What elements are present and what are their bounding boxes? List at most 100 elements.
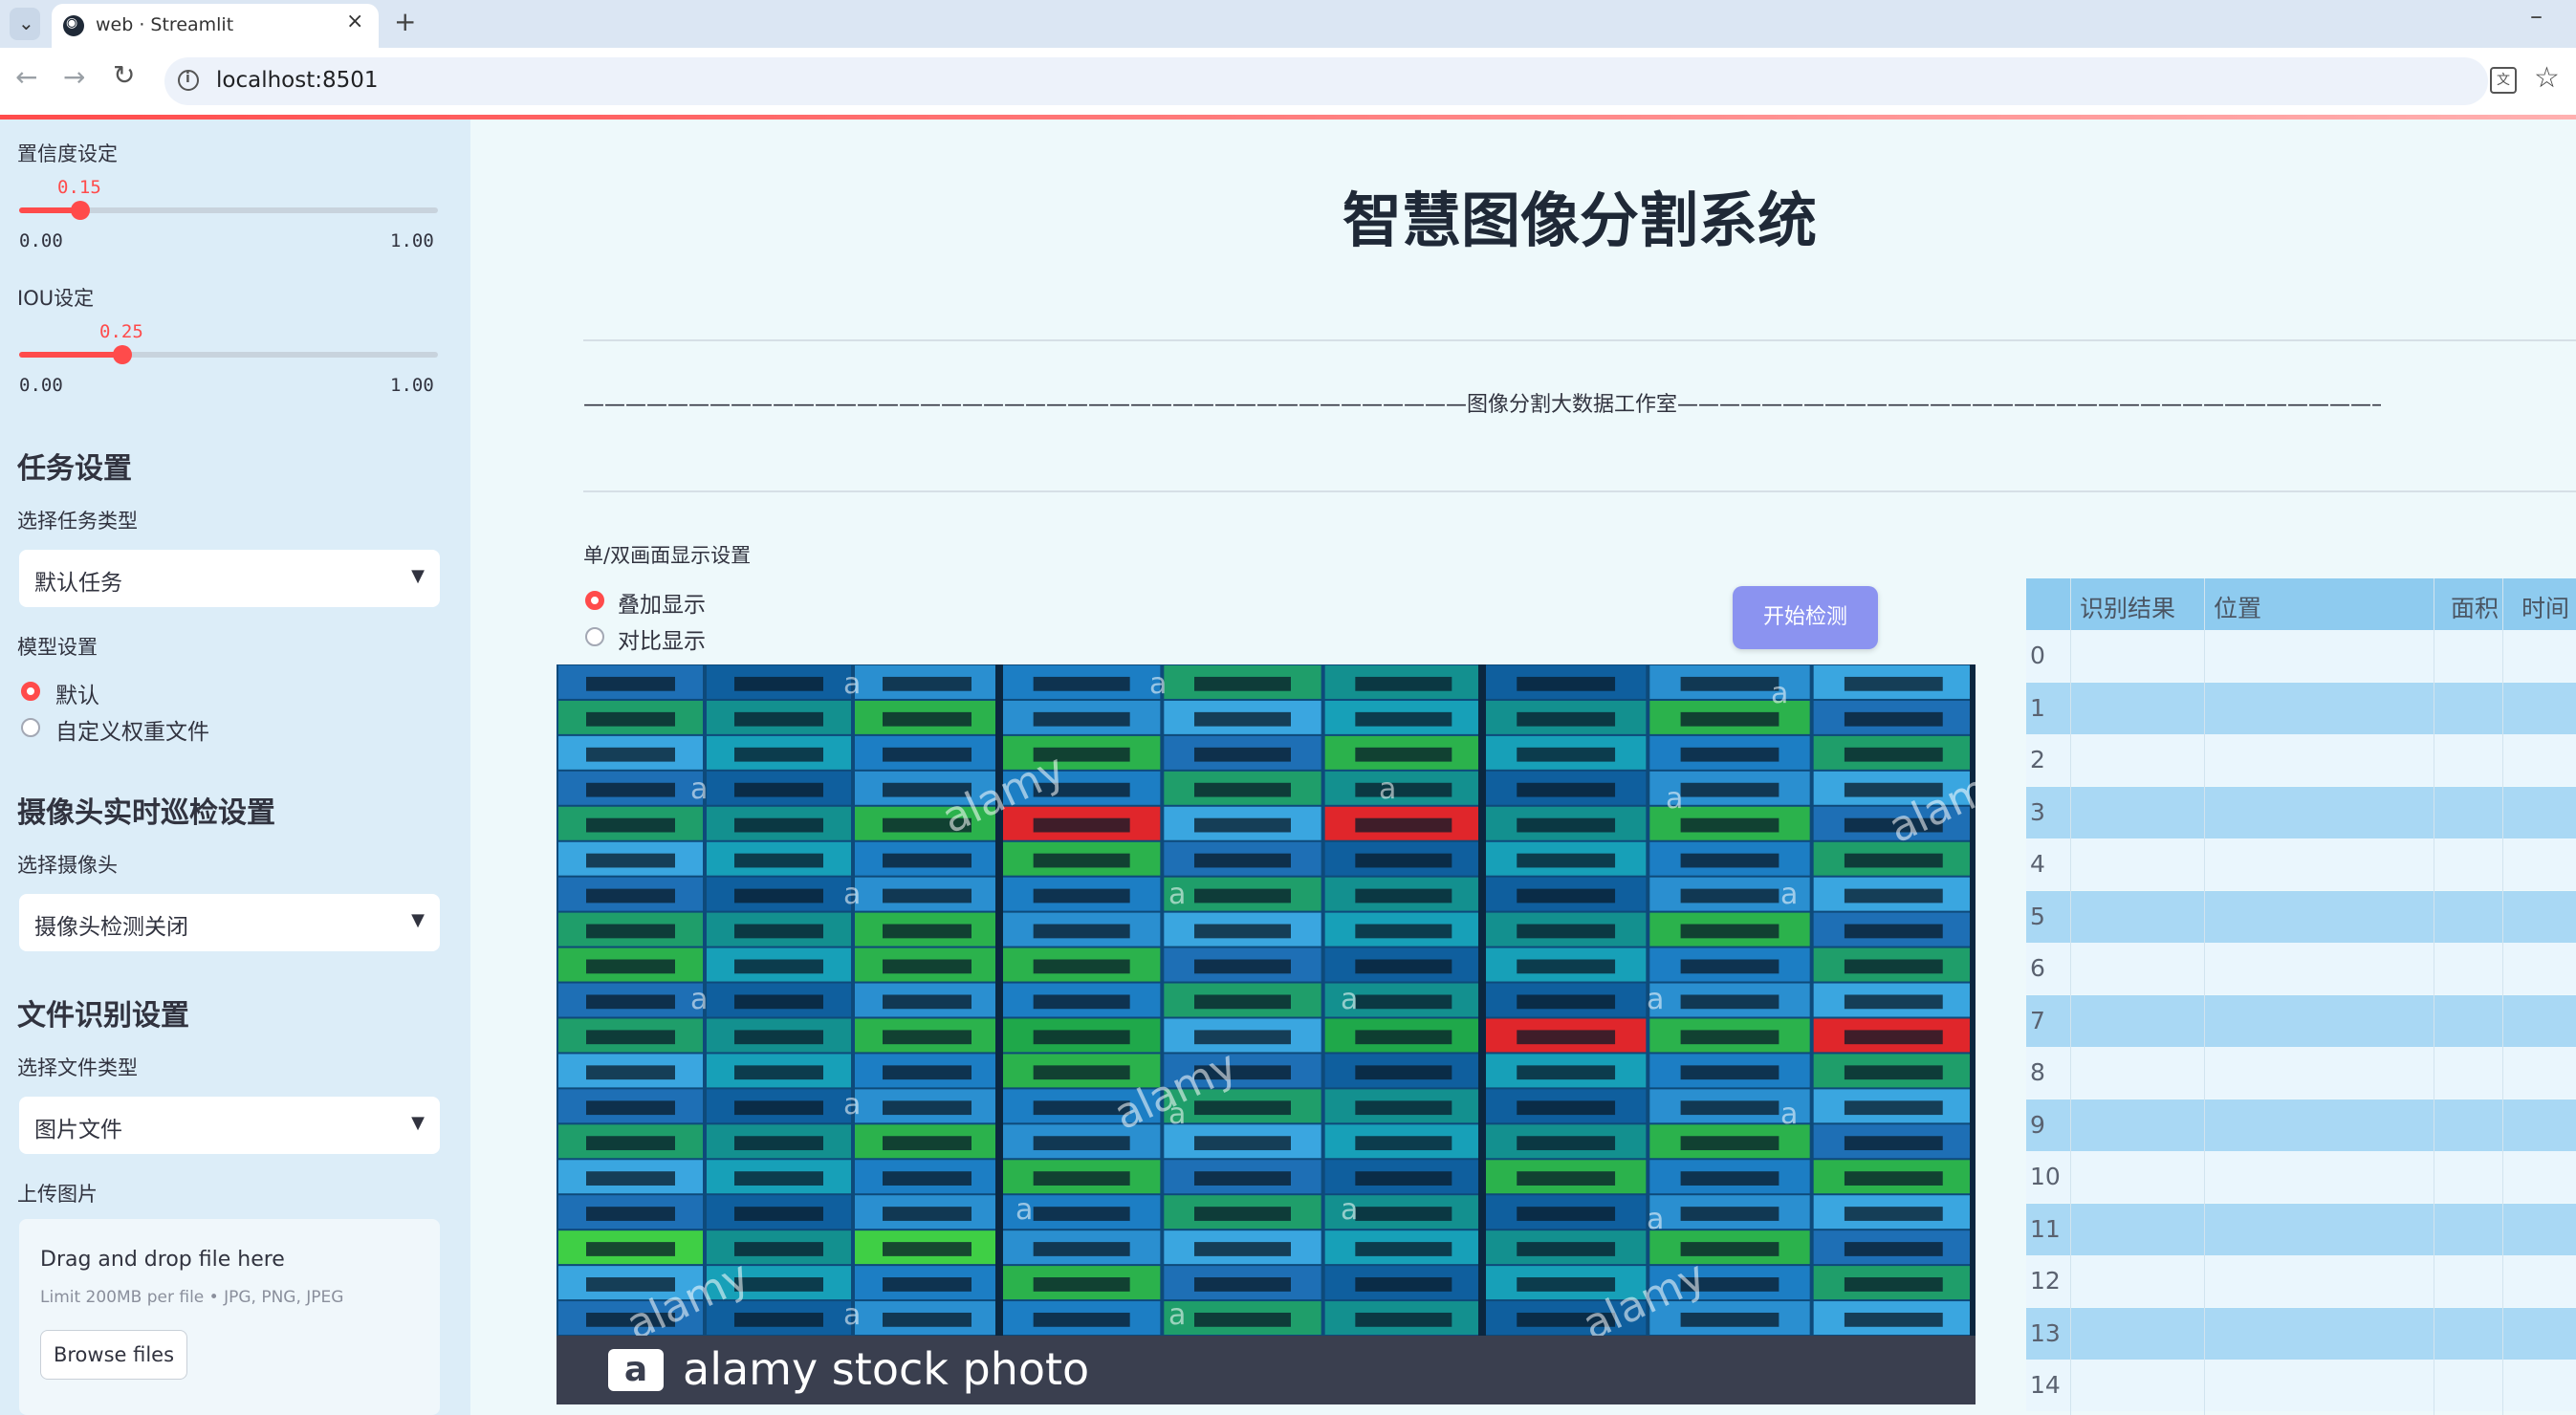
table-row[interactable]: 9: [2026, 1099, 2576, 1151]
column-divider: [2502, 578, 2503, 1415]
site-info-icon[interactable]: i: [178, 70, 199, 91]
table-row[interactable]: 4: [2026, 838, 2576, 890]
pallet-slot: [1355, 1171, 1452, 1186]
row-index: 3: [2030, 797, 2045, 826]
camera-select-label: 选择摄像头: [17, 854, 118, 877]
pallet-slot: [1844, 959, 1943, 974]
results-table[interactable]: 识别结果 位置 面积 时间 0 1 2 3 4 5 6 7 8 9 10 11 12 13 14: [2026, 578, 2576, 1415]
pallet-slot: [586, 994, 675, 1010]
column-header-result[interactable]: 识别结果: [2080, 590, 2175, 624]
file-dropzone[interactable]: Drag and drop file here Limit 200MB per …: [19, 1219, 440, 1415]
pallet-slot: [1680, 711, 1779, 727]
camera-select[interactable]: 摄像头检测关闭 ▼: [19, 894, 440, 951]
table-row[interactable]: 7: [2026, 994, 2576, 1047]
pallet-slot: [1194, 747, 1291, 762]
iou-slider-thumb[interactable]: [113, 345, 132, 364]
pallet-slot: [1517, 1030, 1616, 1045]
column-header-position[interactable]: 位置: [2214, 590, 2261, 624]
start-detection-button[interactable]: 开始检测: [1733, 586, 1878, 649]
reload-icon[interactable]: ↻: [113, 59, 135, 91]
page-title: 智慧图像分割系统: [1342, 185, 1817, 255]
watermark-letter: a: [1168, 1298, 1186, 1332]
display-option-compare: 对比显示: [618, 629, 706, 654]
url-field[interactable]: i localhost:8501: [164, 57, 2488, 105]
minimize-window-icon[interactable]: –: [2530, 2, 2543, 31]
pallet-slot: [1517, 676, 1616, 691]
pallet-slot: [1355, 817, 1452, 833]
display-setting-label: 单/双画面显示设置: [583, 544, 752, 567]
table-row[interactable]: 0: [2026, 630, 2576, 682]
table-row[interactable]: 1: [2026, 682, 2576, 734]
pallet-slot: [1194, 1242, 1291, 1256]
pallet-slot: [1355, 853, 1452, 868]
table-row[interactable]: 14: [2026, 1360, 2576, 1411]
pallet-slot: [1194, 994, 1291, 1010]
pallet-slot: [1194, 959, 1291, 974]
model-radio-default[interactable]: [21, 682, 40, 701]
pallet-slot: [1033, 1207, 1130, 1221]
display-option-overlay: 叠加显示: [618, 593, 706, 618]
pallet-slot: [734, 853, 823, 868]
model-radio-custom[interactable]: [21, 718, 40, 737]
table-row[interactable]: 2: [2026, 734, 2576, 786]
pallet-slot: [1680, 888, 1779, 903]
pallet-slot: [1033, 1171, 1130, 1186]
table-row[interactable]: 5: [2026, 890, 2576, 943]
confidence-slider-thumb[interactable]: [71, 201, 90, 220]
pallet-slot: [883, 853, 971, 868]
file-section-title: 文件识别设置: [17, 999, 189, 1033]
task-type-select[interactable]: 默认任务 ▼: [19, 550, 440, 607]
table-row[interactable]: 12: [2026, 1255, 2576, 1307]
pallet-slot: [1517, 1277, 1616, 1292]
watermark-letter: a: [843, 1088, 861, 1121]
column-header-area[interactable]: 面积: [2451, 590, 2499, 624]
table-row[interactable]: 11: [2026, 1203, 2576, 1255]
pallet-slot: [883, 1312, 971, 1327]
pallet-slot: [586, 1136, 675, 1151]
pallet-slot: [1355, 1277, 1452, 1292]
divider-top: [583, 339, 2576, 341]
table-row[interactable]: 3: [2026, 786, 2576, 838]
back-arrow-icon[interactable]: ←: [15, 61, 37, 93]
task-select-label: 选择任务类型: [17, 510, 138, 533]
close-tab-icon[interactable]: ×: [346, 10, 363, 33]
bookmark-star-icon[interactable]: ☆: [2534, 61, 2560, 95]
translate-icon[interactable]: 文: [2490, 67, 2517, 94]
table-row[interactable]: 8: [2026, 1047, 2576, 1099]
column-header-time[interactable]: 时间: [2521, 590, 2569, 624]
browse-files-button[interactable]: Browse files: [40, 1330, 187, 1380]
row-index: 11: [2030, 1214, 2061, 1243]
new-tab-icon[interactable]: +: [394, 6, 416, 37]
pallet-slot: [883, 1065, 971, 1080]
row-index: 2: [2030, 746, 2045, 773]
pallet-slot: [1680, 676, 1779, 691]
display-radio-compare[interactable]: [585, 627, 604, 646]
pallet-slot: [1844, 1030, 1943, 1045]
row-index: 4: [2030, 850, 2045, 878]
pallet-slot: [1680, 1136, 1779, 1151]
pallet-slot: [1194, 1100, 1291, 1116]
pallet-slot: [1680, 959, 1779, 974]
row-index: 8: [2030, 1058, 2045, 1086]
pallet-slot: [883, 1136, 971, 1151]
confidence-max: 1.00: [390, 230, 434, 251]
display-radio-overlay[interactable]: [585, 591, 604, 610]
pallet-slot: [1517, 1065, 1616, 1080]
row-index: 10: [2030, 1163, 2061, 1190]
tab-list-button[interactable]: ⌄: [10, 8, 40, 40]
table-row[interactable]: 13: [2026, 1307, 2576, 1360]
chevron-down-icon: ▼: [411, 910, 425, 930]
pallet-slot: [734, 782, 823, 797]
alamy-logo-icon: a: [608, 1349, 664, 1391]
divider-bottom: [583, 490, 2576, 492]
table-row[interactable]: 10: [2026, 1151, 2576, 1203]
watermark-letter: a: [843, 1298, 861, 1332]
row-index: 0: [2030, 642, 2045, 669]
file-type-select[interactable]: 图片文件 ▼: [19, 1097, 440, 1154]
pallet-slot: [734, 676, 823, 691]
table-row[interactable]: 6: [2026, 943, 2576, 994]
browser-tab-active[interactable]: ◉ web · Streamlit ×: [52, 4, 379, 48]
pallet-slot: [1844, 1100, 1943, 1116]
forward-arrow-icon[interactable]: →: [63, 61, 85, 93]
pallet-slot: [1680, 817, 1779, 833]
